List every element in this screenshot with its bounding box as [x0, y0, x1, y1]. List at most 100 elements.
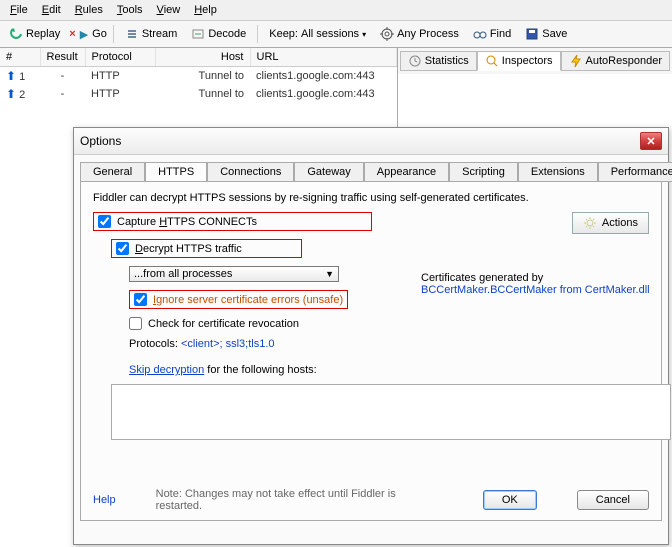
checkbox-input[interactable] — [98, 215, 111, 228]
cert-line2: BCCertMaker.BCCertMaker from CertMaker.d… — [421, 284, 661, 296]
protocols-label: Protocols: — [129, 338, 181, 350]
toolbar: Replay × ▶ Go Stream Decode Keep: All se… — [0, 21, 672, 48]
replay-label: Replay — [26, 28, 60, 40]
help-link[interactable]: Help — [93, 494, 116, 506]
menu-file[interactable]: File — [4, 2, 34, 18]
tab-general[interactable]: General — [80, 162, 145, 182]
keep-dropdown[interactable]: Keep: All sessions ▾ — [264, 25, 371, 43]
capture-connects-checkbox[interactable]: Capture HTTPS CONNECTs — [98, 215, 257, 228]
tab-connections[interactable]: Connections — [207, 162, 294, 182]
table-row[interactable]: ⬆ 1 - HTTP Tunnel to clients1.google.com… — [0, 67, 396, 86]
intro-text: Fiddler can decrypt HTTPS sessions by re… — [93, 192, 649, 204]
tab-inspectors[interactable]: Inspectors — [477, 51, 561, 71]
decrypt-label: Decrypt HTTPS traffic — [135, 243, 242, 255]
col-result[interactable]: Result — [40, 48, 85, 67]
upload-icon: ⬆ — [6, 69, 16, 83]
col-host[interactable]: Host — [155, 48, 250, 67]
checkbox-input[interactable] — [129, 317, 142, 330]
sessions-table: # Result Protocol Host URL ⬆ 1 - HTTP Tu… — [0, 48, 397, 103]
cert-info: Certificates generated by BCCertMaker.BC… — [421, 272, 661, 296]
dialog-body: Fiddler can decrypt HTTPS sessions by re… — [80, 181, 662, 521]
actions-button[interactable]: Actions — [572, 212, 649, 234]
keep-label: Keep: — [269, 28, 298, 40]
dialog-tabs: General HTTPS Connections Gateway Appear… — [74, 155, 668, 181]
magnifier-icon — [485, 54, 499, 68]
revocation-label: Check for certificate revocation — [148, 318, 299, 330]
menu-view[interactable]: View — [151, 2, 187, 18]
tab-statistics[interactable]: Statistics — [400, 51, 477, 71]
actions-label: Actions — [602, 217, 638, 229]
process-select[interactable]: ...from all processes ▼ — [129, 266, 339, 282]
tab-performance[interactable]: Performance — [598, 162, 672, 182]
stream-icon — [125, 27, 139, 41]
capture-highlight: Capture HTTPS CONNECTs — [93, 212, 372, 231]
capture-label: Capture HTTPS CONNECTs — [117, 216, 257, 228]
menu-edit[interactable]: Edit — [36, 2, 67, 18]
revocation-checkbox[interactable]: Check for certificate revocation — [129, 317, 649, 330]
clock-icon — [408, 54, 422, 68]
select-value: ...from all processes — [134, 268, 232, 280]
checkbox-input[interactable] — [134, 293, 147, 306]
tab-https[interactable]: HTTPS — [145, 162, 207, 182]
protocols-link[interactable]: <client>; ssl3;tls1.0 — [181, 338, 275, 350]
close-icon: ✕ — [646, 135, 655, 148]
menu-help[interactable]: Help — [188, 2, 223, 18]
ignore-errors-checkbox[interactable]: Ignore server certificate errors (unsafe… — [134, 293, 343, 306]
cert-line1: Certificates generated by — [421, 272, 661, 284]
tab-autoresponder[interactable]: AutoResponder — [561, 51, 670, 71]
keep-value: All sessions — [301, 28, 359, 40]
find-button[interactable]: Find — [468, 24, 516, 44]
decrypt-highlight: Decrypt HTTPS traffic — [111, 239, 302, 258]
decrypt-traffic-checkbox[interactable]: Decrypt HTTPS traffic — [116, 242, 242, 255]
decode-icon — [191, 27, 205, 41]
tab-gateway[interactable]: Gateway — [294, 162, 363, 182]
lightning-icon — [569, 54, 583, 68]
process-label: Any Process — [397, 28, 459, 40]
gear-icon — [583, 216, 597, 230]
tab-appearance[interactable]: Appearance — [364, 162, 449, 182]
skip-decryption-link[interactable]: Skip decryption — [129, 364, 204, 376]
tab-extensions[interactable]: Extensions — [518, 162, 598, 182]
dialog-title: Options — [80, 134, 121, 148]
cancel-button[interactable]: Cancel — [577, 490, 649, 510]
restart-note: Note: Changes may not take effect until … — [156, 488, 443, 512]
decode-button[interactable]: Decode — [186, 24, 251, 44]
upload-icon: ⬆ — [6, 87, 16, 101]
menu-rules[interactable]: Rules — [69, 2, 109, 18]
binoculars-icon — [473, 27, 487, 41]
col-url[interactable]: URL — [250, 48, 396, 67]
right-tabstrip: Statistics Inspectors AutoResponder — [398, 48, 672, 74]
menubar: File Edit Rules Tools View Help — [0, 0, 672, 21]
chevron-down-icon: ▾ — [362, 30, 366, 39]
menu-tools[interactable]: Tools — [111, 2, 149, 18]
chevron-down-icon: ▼ — [325, 269, 334, 279]
save-button[interactable]: Save — [520, 24, 572, 44]
dialog-footer: Help Note: Changes may not take effect u… — [81, 488, 661, 512]
table-row[interactable]: ⬆ 2 - HTTP Tunnel to clients1.google.com… — [0, 85, 396, 103]
col-protocol[interactable]: Protocol — [85, 48, 155, 67]
ignore-label: Ignore server certificate errors (unsafe… — [153, 294, 343, 306]
skip-hosts-textarea[interactable] — [111, 384, 671, 440]
save-label: Save — [542, 28, 567, 40]
checkbox-input[interactable] — [116, 242, 129, 255]
close-button[interactable]: ✕ — [640, 132, 662, 150]
protocols-row: Protocols: <client>; ssl3;tls1.0 — [129, 338, 649, 350]
process-picker[interactable]: Any Process — [375, 24, 464, 44]
skip-row: Skip decryption for the following hosts: — [129, 364, 649, 376]
col-num[interactable]: # — [0, 48, 40, 67]
decode-label: Decode — [208, 28, 246, 40]
go-label[interactable]: Go — [92, 28, 107, 40]
ok-button[interactable]: OK — [483, 490, 537, 510]
target-icon — [380, 27, 394, 41]
stream-button[interactable]: Stream — [120, 24, 182, 44]
replay-button[interactable]: Replay — [4, 24, 65, 44]
go-arrow-icon[interactable]: ▶ — [80, 28, 88, 41]
dialog-titlebar[interactable]: Options ✕ — [74, 128, 668, 155]
find-label: Find — [490, 28, 511, 40]
disk-icon — [525, 27, 539, 41]
tab-scripting[interactable]: Scripting — [449, 162, 518, 182]
ignore-highlight: Ignore server certificate errors (unsafe… — [129, 290, 348, 309]
stream-label: Stream — [142, 28, 177, 40]
close-tab-icon[interactable]: × — [69, 28, 75, 40]
separator — [113, 25, 114, 43]
